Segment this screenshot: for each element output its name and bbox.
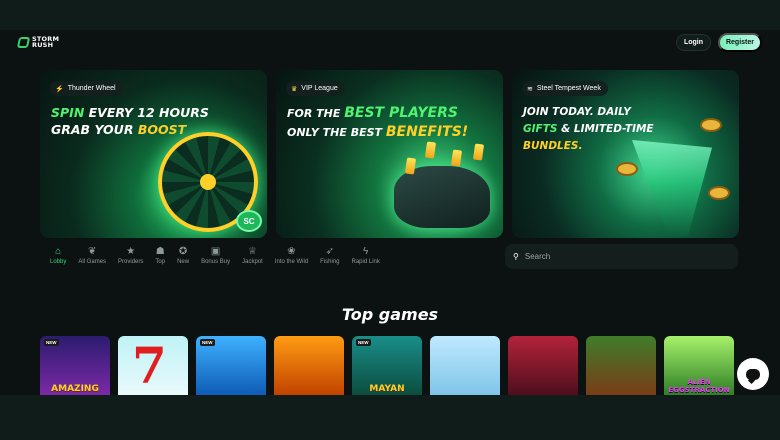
lightning-icon: ϟ	[363, 246, 369, 257]
tab-bonus-buy[interactable]: ▣ Bonus Buy	[195, 245, 236, 265]
search-input[interactable]	[524, 252, 725, 261]
tab-lobby[interactable]: ⌂ Lobby	[44, 245, 72, 265]
game-card[interactable]: NEW	[196, 336, 266, 396]
app-frame: STORM RUSH Login Register ⚡ Thunder Whee…	[0, 30, 780, 396]
new-badge: NEW	[200, 339, 215, 346]
banner-tag-label: VIP League	[301, 85, 338, 92]
game-card[interactable]: NEW AMAZING	[40, 336, 110, 396]
crown-icon: ♛	[291, 85, 298, 93]
headline-highlight: BEST PLAYERS	[344, 105, 458, 121]
bottom-backdrop	[0, 395, 780, 440]
headline-highlight: BOOST	[137, 122, 187, 137]
sc-coin-badge: SC	[236, 210, 262, 232]
new-badge-icon: ✪	[178, 246, 188, 257]
tab-rapid-link[interactable]: ϟ Rapid Link	[346, 245, 386, 265]
top-backdrop	[0, 0, 780, 30]
game-title: MAYAN	[369, 384, 405, 394]
headline-text: EVERY 12 HOURS	[88, 105, 209, 120]
banner-headline: JOIN TODAY. DAILY GIFTS & LIMITED-TIME B…	[523, 104, 654, 155]
chat-button[interactable]	[737, 358, 769, 390]
paw-icon: ❀	[287, 246, 296, 257]
tab-top[interactable]: ☗ Top	[149, 245, 171, 265]
game-card[interactable]: ALIEN EGGSTRACTION	[664, 336, 734, 396]
coin-shape	[616, 162, 638, 176]
headline-highlight: SPIN	[51, 105, 85, 120]
game-card[interactable]	[586, 336, 656, 396]
headline-text: ONLY THE BEST	[287, 126, 383, 139]
game-card[interactable]	[274, 336, 344, 396]
game-title: 7	[132, 336, 167, 395]
tab-into-the-wild[interactable]: ❀ Into the Wild	[269, 245, 314, 265]
chat-bubble-icon	[746, 368, 760, 380]
tab-all-games[interactable]: ❦ All Games	[72, 245, 112, 265]
logo-line2: RUSH	[32, 41, 54, 49]
banner-tag: ⚡ Thunder Wheel	[50, 81, 123, 96]
new-badge: NEW	[44, 339, 59, 346]
headline-highlight: BUNDLES.	[523, 140, 583, 152]
game-title: ALIEN EGGSTRACTION	[668, 378, 730, 394]
headline-text: GRAB YOUR	[51, 122, 134, 137]
logo-bolt-icon	[16, 36, 31, 48]
game-card[interactable]	[508, 336, 578, 396]
coin-shape	[700, 118, 722, 132]
crystal-shape	[424, 141, 437, 159]
tab-providers[interactable]: ★ Providers	[112, 245, 149, 265]
crystal-shape	[472, 143, 485, 161]
tab-new[interactable]: ✪ New	[171, 245, 195, 265]
game-title: AMAZING	[51, 384, 99, 394]
game-card[interactable]: NEW MAYAN	[352, 336, 422, 396]
ghost-icon: ☗	[155, 246, 165, 257]
top-games-row: NEW AMAZING 7 NEW NEW MAYAN ALIEN EGGSTR…	[40, 336, 734, 396]
banner-tag: ≋ Steel Tempest Week	[522, 81, 608, 96]
headline-text: JOIN TODAY. DAILY	[523, 106, 631, 118]
banner-headline: FOR THE BEST PLAYERS ONLY THE BEST BENEF…	[287, 104, 468, 142]
game-card[interactable]: 7	[118, 336, 188, 396]
tab-jackpot[interactable]: ♕ Jackpot	[236, 245, 269, 265]
lightning-icon: ⚡	[55, 85, 64, 93]
game-card[interactable]	[430, 336, 500, 396]
headline-highlight: BENEFITS!	[385, 124, 469, 140]
banner-tag: ♛ VIP League	[286, 81, 345, 96]
search-bar: ⚲	[505, 244, 738, 269]
coin-shape	[708, 186, 730, 200]
storm-rush-logo[interactable]: STORM RUSH	[16, 36, 66, 49]
search-icon: ⚲	[513, 252, 519, 261]
star-icon: ★	[126, 246, 136, 257]
tornado-icon: ≋	[527, 85, 533, 93]
tornado-illustration	[632, 140, 712, 236]
banner-tag-label: Steel Tempest Week	[536, 85, 601, 92]
crystal-shape	[450, 149, 463, 167]
fish-icon: ➶	[325, 246, 335, 257]
headline-text: & LIMITED-TIME	[561, 123, 654, 135]
banner-thunder-wheel[interactable]: ⚡ Thunder Wheel SPIN EVERY 12 HOURS GRAB…	[40, 70, 267, 238]
section-title: Top games	[341, 305, 439, 324]
headline-text: FOR THE	[287, 107, 341, 120]
banner-steel-tempest-week[interactable]: ≋ Steel Tempest Week JOIN TODAY. DAILY G…	[512, 70, 739, 238]
register-button[interactable]: Register	[718, 33, 762, 52]
new-badge: NEW	[356, 339, 371, 346]
home-icon: ⌂	[55, 246, 62, 257]
cherries-icon: ❦	[88, 246, 97, 257]
gift-icon: ▣	[210, 246, 221, 257]
tab-fishing[interactable]: ➶ Fishing	[314, 245, 345, 265]
headline-highlight: GIFTS	[523, 123, 558, 135]
login-button[interactable]: Login	[676, 34, 711, 51]
banner-headline: SPIN EVERY 12 HOURS GRAB YOUR BOOST	[51, 104, 209, 138]
crystal-rock-illustration	[394, 166, 490, 228]
trophy-icon: ♕	[247, 246, 257, 257]
banner-vip-league[interactable]: ♛ VIP League FOR THE BEST PLAYERS ONLY T…	[276, 70, 503, 238]
banner-tag-label: Thunder Wheel	[67, 85, 116, 92]
category-tabs: ⌂ Lobby ❦ All Games ★ Providers ☗ Top ✪ …	[44, 245, 386, 265]
